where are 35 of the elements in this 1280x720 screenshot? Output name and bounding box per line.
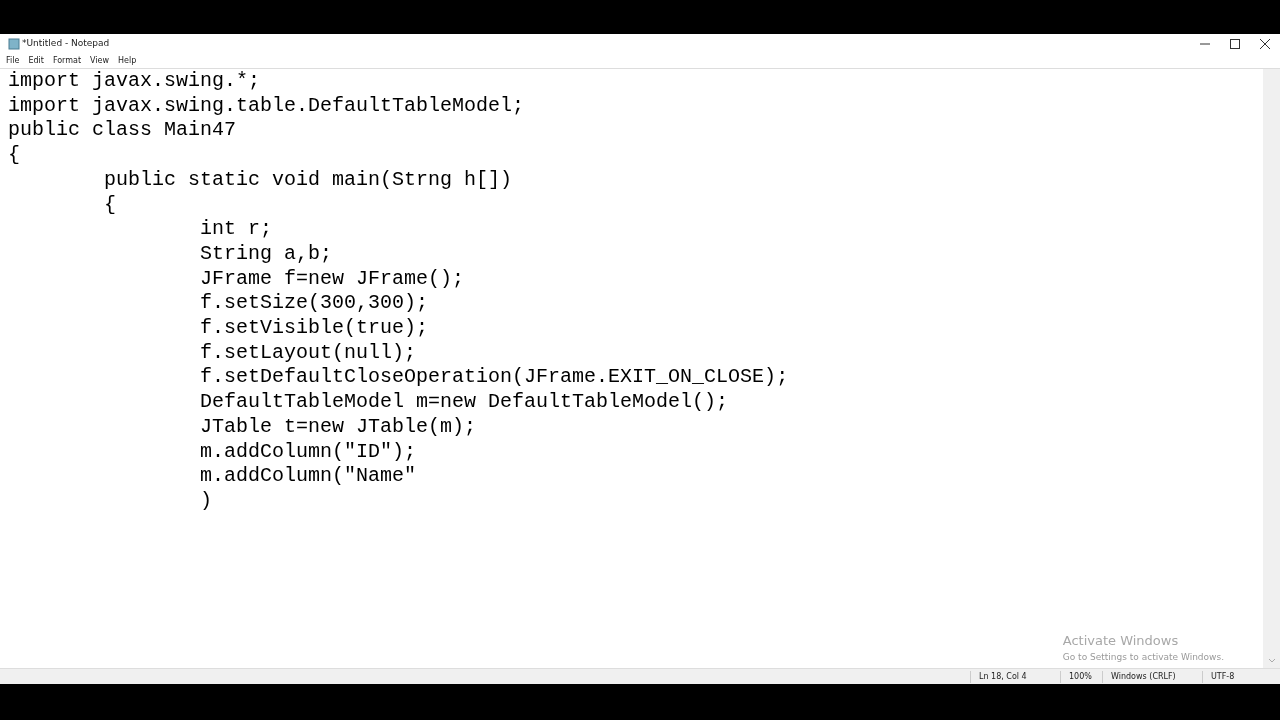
code-line: public static void main(Strng h[]) bbox=[103, 167, 513, 193]
code-line: m.addColumn("Name" bbox=[199, 464, 417, 489]
code-line: { bbox=[103, 192, 117, 218]
code-line: f.setDefaultCloseOperation(JFrame.EXIT_ON_CLOSE); bbox=[199, 365, 789, 391]
status-field: 100% bbox=[1060, 670, 1102, 683]
code-line: f.setVisible(true); bbox=[199, 316, 429, 341]
menu-item[interactable]: View bbox=[90, 57, 110, 65]
code-line: JTable t=new JTable(m); bbox=[199, 414, 477, 440]
code-line: public class Main47 bbox=[8, 118, 237, 144]
maximize-icon bbox=[1230, 39, 1240, 49]
activation-title: Activate Windows bbox=[1062, 632, 1180, 650]
code-line: DefaultTableModel m=new DefaultTableModel(); bbox=[199, 390, 729, 415]
code-line: import javax.swing.*; bbox=[8, 69, 261, 94]
close-icon bbox=[1260, 39, 1270, 49]
vertical-scrollbar[interactable] bbox=[1263, 69, 1280, 668]
scroll-down-icon[interactable] bbox=[1267, 657, 1276, 665]
code-line: import javax.swing.table.DefaultTableModel; bbox=[8, 93, 525, 119]
status-field: Windows (CRLF) bbox=[1102, 670, 1202, 683]
notepad-icon bbox=[8, 38, 20, 50]
menu-item[interactable]: File bbox=[6, 57, 20, 65]
code-line: String a,b; bbox=[199, 241, 333, 267]
code-line: { bbox=[8, 143, 20, 168]
window-title: *Untitled - Notepad bbox=[22, 37, 110, 51]
code-line: JFrame f=new JFrame(); bbox=[199, 266, 465, 292]
code-line: f.setLayout(null); bbox=[199, 340, 417, 366]
activation-message: Go to Settings to activate Windows. bbox=[1062, 650, 1224, 664]
code-line: m.addColumn("ID"); bbox=[199, 439, 417, 465]
menu-item[interactable]: Help bbox=[118, 57, 137, 65]
code-line: f.setSize(300,300); bbox=[199, 291, 429, 317]
menu-item[interactable]: Edit bbox=[28, 57, 44, 65]
status-field: UTF-8 bbox=[1202, 670, 1262, 683]
code-line: ) bbox=[199, 488, 213, 514]
status-field: Ln 18, Col 4 bbox=[970, 670, 1060, 683]
menu-item[interactable]: Format bbox=[52, 57, 82, 65]
code-line: int r; bbox=[199, 217, 273, 242]
